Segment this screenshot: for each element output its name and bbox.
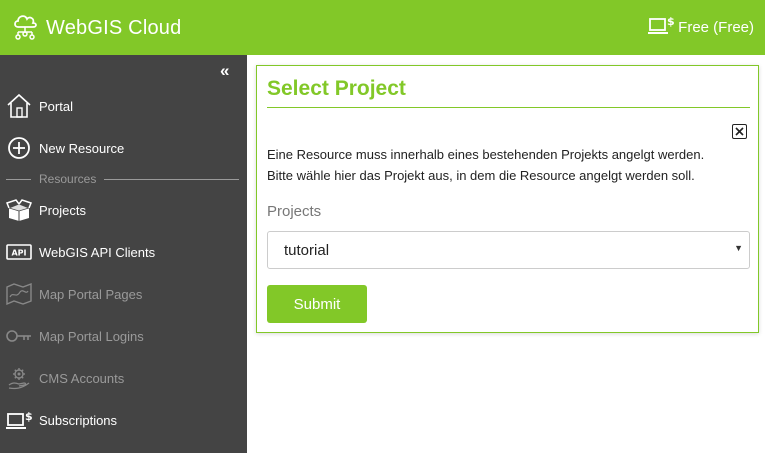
sidebar-item-map-portal-pages[interactable]: Map Portal Pages — [0, 277, 247, 311]
close-icon — [735, 123, 744, 141]
dialog-message-line: Eine Resource muss innerhalb eines beste… — [267, 147, 705, 162]
cloud-network-icon — [12, 12, 38, 45]
sidebar-item-webgis-api-clients[interactable]: API WebGIS API Clients — [0, 235, 247, 269]
plan-indicator[interactable]: $ Free (Free) — [648, 14, 754, 40]
laptop-dollar-icon: $ — [5, 406, 33, 434]
select-project-dialog: Select Project Eine Resource muss innerh… — [256, 65, 759, 333]
plan-label: Free (Free) — [678, 18, 754, 36]
projects-field-label: Projects — [267, 203, 322, 220]
sidebar-item-subscriptions[interactable]: $ Subscriptions — [0, 403, 247, 437]
sidebar-item-label: Portal — [39, 98, 73, 114]
sidebar: « Portal New Resource Resources Projects… — [0, 55, 247, 453]
sidebar-section-resources: Resources — [6, 172, 239, 186]
sidebar-item-map-portal-logins[interactable]: Map Portal Logins — [0, 319, 247, 353]
dialog-message: Eine Resource muss innerhalb eines beste… — [267, 144, 757, 186]
svg-text:API: API — [11, 249, 26, 258]
title-divider — [267, 107, 750, 108]
home-icon — [5, 92, 33, 120]
projects-select-value: tutorial — [284, 242, 330, 259]
svg-text:$: $ — [25, 410, 32, 423]
sidebar-item-label: Map Portal Pages — [39, 286, 143, 302]
sidebar-item-label: WebGIS API Clients — [39, 244, 156, 260]
section-divider — [6, 178, 31, 180]
box-icon — [5, 196, 33, 224]
close-dialog-button[interactable] — [732, 124, 747, 139]
sidebar-item-label: CMS Accounts — [39, 370, 125, 386]
sidebar-item-portal[interactable]: Portal — [0, 89, 247, 123]
brand[interactable]: WebGIS Cloud — [12, 12, 181, 45]
sidebar-item-label: Subscriptions — [39, 412, 118, 428]
section-divider — [104, 178, 239, 180]
submit-button[interactable]: Submit — [267, 285, 367, 323]
sidebar-item-label: Map Portal Logins — [39, 328, 144, 344]
section-label: Resources — [39, 172, 97, 186]
dialog-message-line: Bitte wähle hier das Projekt aus, in dem… — [267, 168, 695, 183]
sidebar-item-projects[interactable]: Projects — [0, 193, 247, 227]
laptop-dollar-icon: $ — [648, 14, 675, 40]
sidebar-item-new-resource[interactable]: New Resource — [0, 131, 247, 165]
projects-select[interactable]: tutorial ▼ — [267, 231, 750, 269]
api-icon: API — [5, 238, 33, 266]
sidebar-item-label: Projects — [39, 202, 86, 218]
brand-title: WebGIS Cloud — [46, 17, 182, 39]
map-icon — [5, 280, 33, 308]
dialog-title: Select Project — [267, 77, 406, 100]
svg-text:$: $ — [667, 15, 674, 28]
sidebar-item-label: New Resource — [39, 140, 125, 156]
caret-down-icon: ▼ — [734, 243, 743, 253]
sidebar-item-cms-accounts[interactable]: CMS Accounts — [0, 361, 247, 395]
plus-circle-icon — [5, 134, 33, 162]
top-bar: WebGIS Cloud $ Free (Free) — [0, 0, 765, 55]
collapse-sidebar-button[interactable]: « — [220, 61, 229, 81]
gear-hand-icon — [5, 364, 33, 392]
key-icon — [5, 322, 33, 350]
